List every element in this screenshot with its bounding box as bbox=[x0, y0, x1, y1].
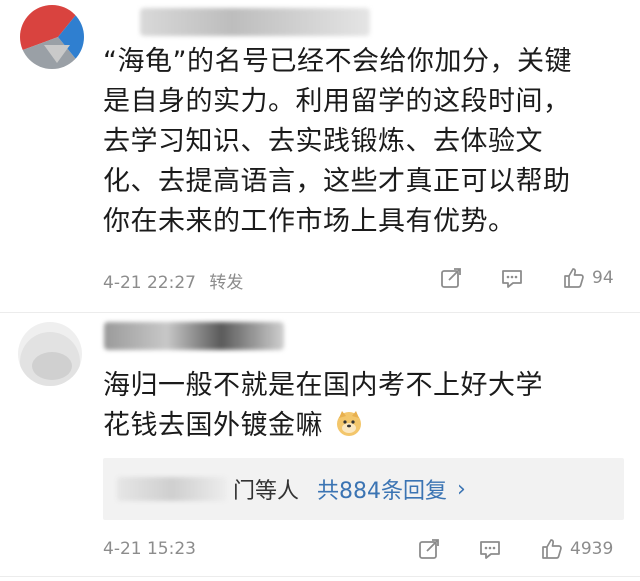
avatar-image bbox=[20, 5, 84, 69]
like-button[interactable]: 4939 bbox=[540, 537, 613, 561]
avatar[interactable] bbox=[20, 5, 84, 69]
comment-line: 花钱去国外镀金嘛 bbox=[103, 406, 543, 446]
share-icon bbox=[419, 539, 439, 559]
thumbs-up-icon bbox=[542, 539, 562, 559]
comment-meta: 4-21 22:27 转发 bbox=[103, 268, 243, 293]
comment-line: “海龟”的名号已经不会给你加分，关键 bbox=[103, 46, 572, 77]
divider bbox=[0, 312, 640, 313]
comment-line: 化、去提高语言，这些才真正可以帮助 bbox=[103, 166, 571, 197]
timestamp: 4-21 22:27 bbox=[103, 273, 196, 293]
divider bbox=[0, 576, 640, 577]
username-redacted[interactable] bbox=[104, 322, 284, 350]
comment-text: “海龟”的名号已经不会给你加分，关键 是自身的实力。利用留学的这段时间， 去学习… bbox=[103, 42, 572, 242]
like-button[interactable]: 94 bbox=[562, 266, 614, 290]
share-button[interactable] bbox=[440, 267, 462, 289]
comment-meta: 4-21 15:23 bbox=[103, 539, 196, 559]
comment-line: 去学习知识、去实践锻炼、去体验文 bbox=[103, 126, 543, 157]
share-button[interactable] bbox=[418, 538, 440, 560]
reply-others-label: 门等人 bbox=[233, 479, 300, 504]
reply-users-redacted bbox=[117, 477, 227, 501]
timestamp: 4-21 15:23 bbox=[103, 539, 196, 559]
like-count: 94 bbox=[592, 268, 614, 288]
comment-line: 海归一般不就是在国内考不上好大学 bbox=[103, 370, 543, 401]
share-icon bbox=[441, 268, 461, 288]
comment-line-text: 花钱去国外镀金嘛 bbox=[103, 410, 323, 441]
comment-line: 你在未来的工作市场上具有优势。 bbox=[103, 206, 516, 237]
like-count: 4939 bbox=[570, 539, 614, 559]
comment-text: 海归一般不就是在国内考不上好大学 花钱去国外镀金嘛 bbox=[103, 366, 543, 446]
avatar[interactable] bbox=[18, 322, 82, 386]
comment-button[interactable] bbox=[500, 268, 524, 290]
reply-summary[interactable]: 门等人 共884条回复 › bbox=[103, 458, 624, 520]
comment-icon bbox=[480, 541, 500, 559]
comment-button[interactable] bbox=[478, 539, 502, 561]
comment-line: 是自身的实力。利用留学的这段时间， bbox=[103, 86, 571, 117]
repost-link[interactable]: 转发 bbox=[209, 273, 243, 293]
chevron-right-icon: › bbox=[457, 476, 466, 502]
view-replies-link[interactable]: 共884条回复 bbox=[317, 473, 447, 505]
comment-icon bbox=[502, 270, 522, 288]
doge-emoji-icon bbox=[337, 411, 362, 436]
username-redacted[interactable] bbox=[140, 8, 370, 36]
avatar-image bbox=[18, 322, 82, 386]
thumbs-up-icon bbox=[564, 268, 584, 288]
